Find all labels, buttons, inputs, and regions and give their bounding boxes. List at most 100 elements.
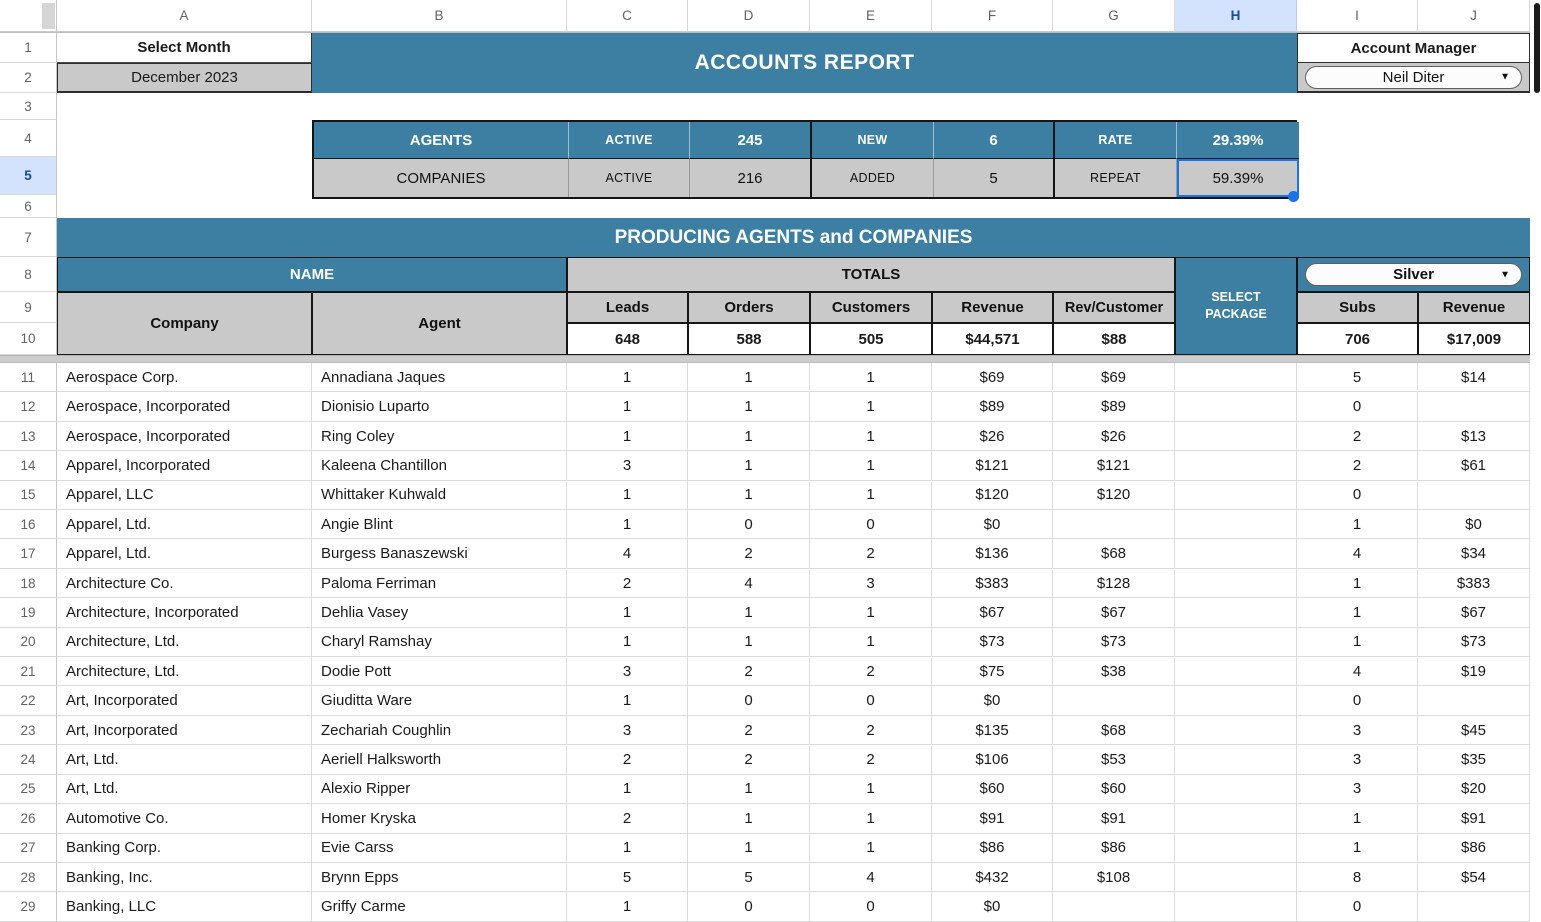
total-customers[interactable]: 505 [810, 323, 932, 355]
cell-subs[interactable]: 2 [1297, 422, 1418, 451]
cell-select-package[interactable] [1175, 834, 1297, 863]
cell-subs-revenue[interactable] [1418, 686, 1530, 715]
cell-rev-customer[interactable]: $108 [1053, 863, 1175, 892]
total-rev-customer[interactable]: $88 [1053, 323, 1175, 355]
orders-column-header[interactable]: Orders [688, 292, 810, 323]
total-subs-revenue[interactable]: $17,009 [1418, 323, 1530, 355]
cell-orders[interactable]: 1 [688, 392, 810, 421]
row-header[interactable]: 20 [0, 628, 57, 657]
cell-leads[interactable]: 1 [567, 363, 688, 392]
vertical-scrollbar[interactable] [1534, 3, 1540, 93]
cell-customers[interactable]: 3 [810, 569, 932, 598]
cell-revenue[interactable]: $136 [932, 539, 1053, 568]
stats-companies-active-label[interactable]: ACTIVE [569, 159, 690, 197]
stats-agents-active-label[interactable]: ACTIVE [569, 122, 690, 159]
row-header[interactable]: 23 [0, 716, 57, 745]
cell-customers[interactable]: 1 [810, 628, 932, 657]
row-header[interactable]: 16 [0, 510, 57, 539]
cell-revenue[interactable]: $89 [932, 392, 1053, 421]
cell-subs[interactable]: 1 [1297, 510, 1418, 539]
cell-orders[interactable]: 1 [688, 628, 810, 657]
row-header[interactable]: 17 [0, 539, 57, 568]
cell-leads[interactable]: 1 [567, 481, 688, 510]
cell-subs[interactable]: 8 [1297, 863, 1418, 892]
stats-companies-repeat-label[interactable]: REPEAT [1055, 159, 1177, 197]
cell-rev-customer[interactable]: $68 [1053, 539, 1175, 568]
row-header[interactable]: 25 [0, 775, 57, 804]
cell-leads[interactable]: 1 [567, 510, 688, 539]
stats-agents-rate-value[interactable]: 29.39% [1177, 122, 1299, 159]
cell-select-package[interactable] [1175, 392, 1297, 421]
cell-company[interactable]: Art, Incorporated [57, 686, 312, 715]
cell-revenue[interactable]: $75 [932, 657, 1053, 686]
cell-orders[interactable]: 0 [688, 686, 810, 715]
cell-subs[interactable]: 4 [1297, 539, 1418, 568]
cell-select-package[interactable] [1175, 775, 1297, 804]
total-revenue[interactable]: $44,571 [932, 323, 1053, 355]
cell-agent[interactable]: Dodie Pott [312, 657, 567, 686]
cell-customers[interactable]: 0 [810, 510, 932, 539]
cell-customers[interactable]: 2 [810, 539, 932, 568]
cell-leads[interactable]: 3 [567, 716, 688, 745]
cell-rev-customer[interactable]: $53 [1053, 745, 1175, 774]
cell-customers[interactable]: 2 [810, 657, 932, 686]
cell-revenue[interactable]: $26 [932, 422, 1053, 451]
cell-agent[interactable]: Ring Coley [312, 422, 567, 451]
cell-agent[interactable]: Zechariah Coughlin [312, 716, 567, 745]
cell-revenue[interactable]: $135 [932, 716, 1053, 745]
cell-company[interactable]: Architecture Co. [57, 569, 312, 598]
cell-rev-customer[interactable]: $89 [1053, 392, 1175, 421]
column-header-h-selected[interactable]: H [1175, 0, 1297, 32]
cell-customers[interactable]: 1 [810, 363, 932, 392]
row-header[interactable]: 22 [0, 686, 57, 715]
cell-subs-revenue[interactable]: $20 [1418, 775, 1530, 804]
cell-subs[interactable]: 0 [1297, 686, 1418, 715]
cell-orders[interactable]: 1 [688, 422, 810, 451]
cell-subs-revenue[interactable]: $19 [1418, 657, 1530, 686]
cell-rev-customer[interactable] [1053, 510, 1175, 539]
name-group-header[interactable]: NAME [57, 257, 567, 292]
cell-revenue[interactable]: $60 [932, 775, 1053, 804]
cell-company[interactable]: Art, Ltd. [57, 775, 312, 804]
cell-leads[interactable]: 1 [567, 834, 688, 863]
account-manager-label[interactable]: Account Manager [1297, 33, 1530, 63]
row-header[interactable]: 24 [0, 745, 57, 774]
cell-orders[interactable]: 1 [688, 804, 810, 833]
column-header-g[interactable]: G [1053, 0, 1175, 32]
cell-agent[interactable]: Alexio Ripper [312, 775, 567, 804]
cell-agent[interactable]: Aeriell Halksworth [312, 745, 567, 774]
column-header-d[interactable]: D [688, 0, 810, 32]
cell-leads[interactable]: 1 [567, 598, 688, 627]
column-header-j[interactable]: J [1418, 0, 1530, 32]
cell-select-package[interactable] [1175, 892, 1297, 921]
cell-leads[interactable]: 1 [567, 392, 688, 421]
cell-revenue[interactable]: $67 [932, 598, 1053, 627]
cell-company[interactable]: Apparel, Ltd. [57, 539, 312, 568]
cell-rev-customer[interactable] [1053, 892, 1175, 921]
cell-company[interactable]: Banking, LLC [57, 892, 312, 921]
stats-companies-added-value[interactable]: 5 [934, 159, 1055, 197]
stats-agents-new-value[interactable]: 6 [934, 122, 1055, 159]
column-header-a[interactable]: A [57, 0, 312, 32]
cell-subs[interactable]: 1 [1297, 834, 1418, 863]
cell-leads[interactable]: 4 [567, 539, 688, 568]
cell-agent[interactable]: Brynn Epps [312, 863, 567, 892]
cell-subs-revenue[interactable]: $86 [1418, 834, 1530, 863]
company-column-header[interactable]: Company [57, 292, 312, 355]
package-dropdown[interactable]: Silver ▼ [1305, 263, 1522, 286]
cell-subs-revenue[interactable]: $383 [1418, 569, 1530, 598]
cell-leads[interactable]: 2 [567, 745, 688, 774]
cell-company[interactable]: Automotive Co. [57, 804, 312, 833]
stats-agents-rate-label[interactable]: RATE [1055, 122, 1177, 159]
totals-group-header[interactable]: TOTALS [567, 257, 1175, 292]
cell-select-package[interactable] [1175, 569, 1297, 598]
cell-select-package[interactable] [1175, 716, 1297, 745]
select-all-corner[interactable] [0, 0, 57, 32]
cell-customers[interactable]: 1 [810, 481, 932, 510]
stats-agents-active-value[interactable]: 245 [690, 122, 812, 159]
cell-company[interactable]: Architecture, Incorporated [57, 598, 312, 627]
cell-select-package[interactable] [1175, 539, 1297, 568]
cell-orders[interactable]: 1 [688, 451, 810, 480]
cell-revenue[interactable]: $91 [932, 804, 1053, 833]
cell-agent[interactable]: Charyl Ramshay [312, 628, 567, 657]
